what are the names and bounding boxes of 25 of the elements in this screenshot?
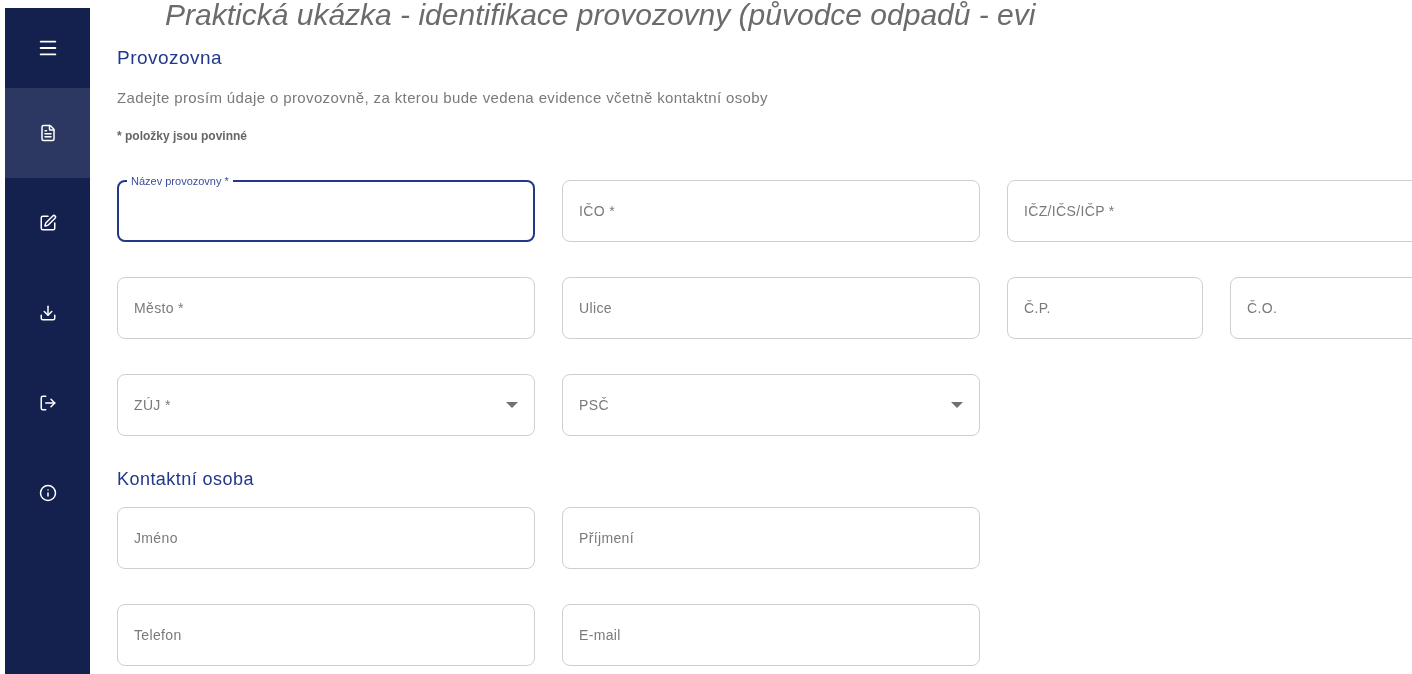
section-description: Zadejte prosím údaje o provozovně, za kterou bude vedena evidence včetně kontaktní osoby bbox=[117, 87, 769, 108]
dropdown-triangle-icon bbox=[506, 402, 518, 408]
slide-title: Praktická ukázka - identifikace provozovny (původce odpadů - evi bbox=[165, 0, 1036, 30]
required-note: * položky jsou povinné bbox=[117, 128, 248, 145]
input-field[interactable]: Jméno bbox=[117, 507, 535, 569]
input-field[interactable]: Město * bbox=[117, 277, 535, 339]
select-field[interactable]: ZÚJ * bbox=[117, 374, 535, 436]
logout-icon bbox=[38, 394, 57, 412]
input-field[interactable]: Telefon bbox=[117, 604, 535, 666]
input-field[interactable]: Ulice bbox=[562, 277, 980, 339]
info-icon bbox=[38, 484, 57, 502]
select-field[interactable]: PSČ bbox=[562, 374, 980, 436]
input-field[interactable]: Příjmení bbox=[562, 507, 980, 569]
input-field[interactable]: IČO * bbox=[562, 180, 980, 242]
document-icon bbox=[38, 124, 57, 142]
download-icon bbox=[38, 304, 57, 322]
edit-icon bbox=[38, 214, 57, 232]
dropdown-triangle-icon bbox=[951, 402, 963, 408]
section-title: Provozovna bbox=[117, 46, 224, 70]
input-field[interactable]: Č.P. bbox=[1007, 277, 1203, 339]
input-field[interactable]: E-mail bbox=[562, 604, 980, 666]
sidebar-item[interactable] bbox=[5, 88, 90, 178]
input-field[interactable]: IČZ/IČS/IČP * bbox=[1007, 180, 1412, 242]
section-title: Kontaktní osoba bbox=[117, 468, 255, 491]
input-field[interactable]: Č.O. bbox=[1230, 277, 1412, 339]
